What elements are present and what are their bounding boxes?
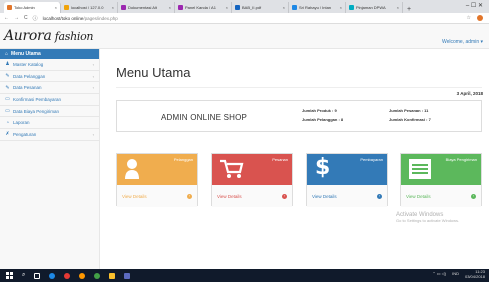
dashboard-cards: Pelanggan View Details › Pesanan View Det…: [116, 153, 482, 207]
activate-windows-watermark: Activate Windows Go to Settings to activ…: [396, 212, 460, 223]
favicon-icon: [235, 5, 240, 10]
browser-tab[interactable]: Sri Rahayu / Intan ×: [289, 2, 346, 13]
settings-icon[interactable]: [124, 272, 131, 279]
firefox-icon[interactable]: [79, 272, 86, 279]
current-date: 3 April, 2018: [456, 91, 483, 96]
wrench-icon: ✗: [5, 131, 10, 138]
view-details-link[interactable]: View Details ›: [117, 185, 197, 207]
arrow-circle-right-icon: ›: [471, 193, 476, 199]
favicon-icon: [64, 5, 69, 10]
reload-button[interactable]: C: [24, 15, 28, 21]
card-pesanan: Pesanan View Details ›: [211, 153, 293, 207]
window-controls[interactable]: – ☐ ✕: [466, 2, 483, 9]
chevron-left-icon: ‹: [92, 85, 94, 91]
shop-name: ADMIN ONLINE SHOP: [161, 113, 248, 122]
sidebar-item-data-pelanggan[interactable]: ✎ Data Pelanggan ‹: [0, 71, 99, 83]
sidebar: ⌂ Menu Utama ♟ Master Katalog ‹ ✎ Data Pelan…: [0, 49, 100, 269]
explorer-icon[interactable]: [109, 272, 116, 279]
view-details-link[interactable]: View Details ›: [212, 185, 292, 207]
shop-summary-panel: ADMIN ONLINE SHOP Jumlah Produk : 9 Juml…: [116, 100, 482, 132]
browser-tab[interactable]: Pinjaman DPWA ×: [346, 2, 403, 13]
browser-tab[interactable]: localhost / 127.0.0 ×: [61, 2, 118, 13]
brand-logo[interactable]: Aurora fashion: [4, 28, 93, 44]
edge-icon[interactable]: [49, 272, 56, 279]
chevron-left-icon: ‹: [92, 61, 94, 67]
sidebar-item-master-katalog[interactable]: ♟ Master Katalog ‹: [0, 59, 99, 71]
task-view-icon[interactable]: [34, 272, 41, 279]
clock[interactable]: 11:23 03/04/2018: [465, 269, 485, 280]
app-icon[interactable]: [94, 272, 101, 279]
cart-icon: [220, 159, 244, 178]
chevron-left-icon: ‹: [92, 131, 94, 137]
card-pelanggan: Pelanggan View Details ›: [116, 153, 198, 207]
view-details-link[interactable]: View Details ›: [401, 185, 481, 207]
sidebar-item-data-biaya-pengiriman[interactable]: ▭ Data Biaya Pengiriman: [0, 106, 99, 118]
chart-icon: ◔: [5, 119, 10, 126]
chrome-icon[interactable]: [64, 272, 71, 279]
back-button[interactable]: ←: [4, 15, 9, 21]
extension-icon[interactable]: [477, 15, 483, 21]
search-icon[interactable]: ⌕: [22, 272, 25, 279]
sidebar-item-laporan[interactable]: ◔ Laporan: [0, 117, 99, 130]
info-icon: ⓘ: [32, 15, 38, 22]
close-tab-icon[interactable]: ×: [112, 5, 114, 10]
close-tab-icon[interactable]: ×: [169, 5, 171, 10]
sidebar-item-menu-utama[interactable]: ⌂ Menu Utama: [0, 49, 99, 59]
card-icon: ▭: [5, 108, 10, 115]
arrow-circle-right-icon: ›: [187, 193, 192, 199]
bookmark-star-icon[interactable]: ☆: [467, 15, 471, 21]
users-icon: ♟: [5, 61, 10, 68]
windows-taskbar: ⌕ ⌃ ▭ ◁) IND 11:23 03/04/2018: [0, 269, 489, 282]
edit-icon: ✎: [5, 84, 10, 91]
url-field[interactable]: localhost/toko online/pages/index.php: [43, 16, 462, 21]
forward-button[interactable]: →: [14, 15, 19, 21]
chevron-left-icon: ‹: [92, 73, 94, 79]
favicon-icon: [349, 5, 354, 10]
edit-icon: ✎: [5, 73, 10, 80]
close-tab-icon[interactable]: ×: [283, 5, 285, 10]
page-title: Menu Utama: [116, 65, 191, 80]
arrow-circle-right-icon: ›: [377, 193, 382, 199]
card-biaya-pengiriman: Biaya Pengiriman View Details ›: [400, 153, 482, 207]
stat-jumlah-pesanan: Jumlah Pesanan : 11: [389, 108, 429, 113]
main-content: Menu Utama 3 April, 2018 ADMIN ONLINE SH…: [100, 49, 489, 269]
browser-tab[interactable]: Dokumentasi Alt ×: [118, 2, 175, 13]
app-header: Aurora fashion Welcome, admin ▾: [0, 24, 489, 49]
stat-jumlah-pelanggan: Jumlah Pelanggan : 8: [302, 117, 344, 122]
close-tab-icon[interactable]: ×: [340, 5, 342, 10]
browser-tab[interactable]: Toko Admin ×: [4, 2, 61, 13]
browser-tab-bar: Toko Admin × localhost / 127.0.0 × Dokumen…: [0, 0, 489, 13]
favicon-icon: [292, 5, 297, 10]
input-language[interactable]: IND: [452, 272, 459, 277]
favicon-icon: [121, 5, 126, 10]
address-bar: ← → C ⓘ localhost/toko online/pages/inde…: [0, 13, 489, 24]
stat-jumlah-konfirmasi: Jumlah Konfirmasi : 7: [389, 117, 431, 122]
title-divider: [116, 87, 482, 88]
new-tab-button[interactable]: +: [407, 6, 411, 13]
home-icon: ⌂: [5, 51, 9, 57]
sidebar-item-data-pesanan[interactable]: ✎ Data Pesanan ‹: [0, 82, 99, 95]
user-menu[interactable]: Welcome, admin ▾: [442, 39, 483, 45]
windows-start-icon[interactable]: [6, 272, 13, 279]
system-tray: ⌃ ▭ ◁) IND 11:23 03/04/2018: [432, 269, 485, 280]
card-pembayaran: $ Pembayaran View Details ›: [306, 153, 388, 207]
stat-jumlah-produk: Jumlah Produk : 9: [302, 108, 337, 113]
browser-tab[interactable]: BAB_II.pdf ×: [232, 2, 289, 13]
arrow-circle-right-icon: ›: [282, 193, 287, 199]
card-icon: ▭: [5, 96, 10, 103]
favicon-icon: [178, 5, 183, 10]
close-tab-icon[interactable]: ×: [397, 5, 399, 10]
sidebar-item-pengaturan[interactable]: ✗ Pengaturan ‹: [0, 129, 99, 141]
browser-tab[interactable]: Panel Kanda / A1 ×: [175, 2, 232, 13]
close-tab-icon[interactable]: ×: [55, 5, 57, 10]
list-icon: [409, 159, 431, 179]
sidebar-item-konfirmasi-pembayaran[interactable]: ▭ Konfirmasi Pembayaran: [0, 94, 99, 106]
tray-icons[interactable]: ⌃ ▭ ◁): [432, 272, 446, 277]
dollar-icon: $: [315, 155, 331, 180]
favicon-icon: [7, 5, 12, 10]
close-tab-icon[interactable]: ×: [226, 5, 228, 10]
user-icon: [125, 159, 139, 179]
view-details-link[interactable]: View Details ›: [307, 185, 387, 207]
